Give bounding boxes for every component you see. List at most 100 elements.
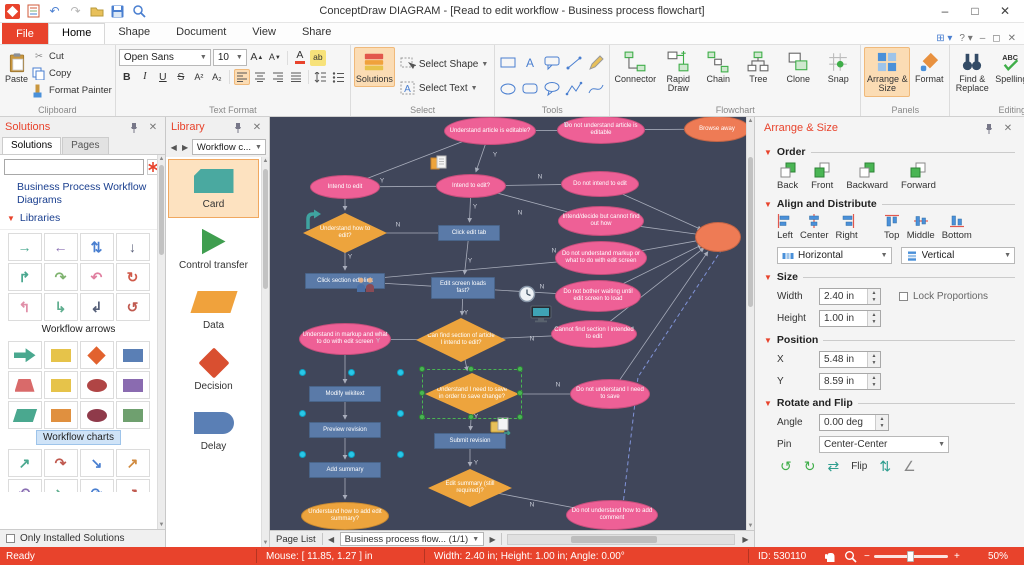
shape-tile[interactable]: ↷	[44, 263, 78, 291]
tab-share[interactable]: Share	[289, 23, 344, 44]
selection-handle[interactable]	[348, 369, 355, 376]
align-center-button[interactable]	[252, 69, 268, 85]
select-shape-button[interactable]: Select Shape▼	[397, 53, 491, 75]
order-forward-button[interactable]: Forward	[901, 162, 936, 191]
zoom-slider[interactable]	[874, 555, 948, 558]
shape-tile[interactable]	[80, 341, 114, 369]
maximize-button[interactable]: □	[960, 2, 990, 21]
flowchart-node[interactable]: Intend to edit?	[436, 174, 506, 198]
redo-icon[interactable]: ↷	[67, 3, 84, 20]
spelling-button[interactable]: ABC Spelling	[993, 47, 1024, 87]
align-left-button[interactable]: Left	[777, 214, 793, 241]
decrease-font-icon[interactable]: A▼	[267, 50, 283, 66]
flowchart-node[interactable]: Cannot find section I intended to edit	[551, 320, 637, 348]
bold-button[interactable]: B	[119, 69, 135, 85]
library-forward-icon[interactable]: ▶	[180, 143, 189, 152]
align-left-button[interactable]	[234, 69, 250, 85]
tab-solutions[interactable]: Solutions	[2, 137, 61, 154]
selection-handle[interactable]	[419, 366, 425, 372]
close-panel-icon[interactable]: ✕	[146, 120, 160, 134]
text-tool-icon[interactable]: A	[520, 51, 540, 75]
copy-button[interactable]: Copy	[32, 66, 112, 81]
line-tool-icon[interactable]	[564, 51, 584, 75]
solutions-scrollbar[interactable]: ▲▼	[157, 155, 165, 529]
tree-item-libraries[interactable]: ▼ Libraries	[5, 211, 152, 226]
align-center-button[interactable]: Center	[800, 214, 829, 241]
library-item-card[interactable]: Card	[168, 159, 259, 218]
ribbon-rapid-draw-button[interactable]: Rapid Draw	[659, 47, 697, 97]
rectangle-tool-icon[interactable]	[498, 51, 518, 75]
shape-tile[interactable]	[8, 401, 42, 429]
format-panel-button[interactable]: Format	[912, 47, 946, 87]
ribbon-restore-icon[interactable]: ◻	[992, 33, 1000, 44]
shape-selection-box[interactable]	[422, 369, 522, 419]
shape-tile[interactable]	[8, 371, 42, 399]
shape-tile[interactable]: →	[8, 233, 42, 261]
select-text-button[interactable]: A Select Text▼	[397, 77, 491, 99]
flowchart-node[interactable]: Add summary	[309, 462, 381, 478]
shape-tile[interactable]: ↷	[44, 449, 78, 477]
selection-handle[interactable]	[299, 369, 306, 376]
ribbon-tree-button[interactable]: Tree	[739, 47, 777, 87]
drawing-canvas[interactable]: Understand article is editable? Do not un…	[270, 117, 746, 530]
align-bottom-button[interactable]: Bottom	[942, 214, 972, 241]
align-right-button[interactable]	[270, 69, 286, 85]
ribbon-minimize-icon[interactable]: ‒	[980, 33, 986, 44]
library-item-decision[interactable]: Decision	[168, 341, 259, 400]
shape-tile[interactable]	[8, 341, 42, 369]
library-item-delay[interactable]: Delay	[168, 401, 259, 460]
oval-callout-tool-icon[interactable]	[542, 77, 562, 101]
x-input[interactable]: 5.48 in▲▼	[819, 351, 881, 368]
line-spacing-icon[interactable]	[313, 69, 329, 85]
library-group-label[interactable]: Workflow charts	[0, 431, 157, 446]
align-right-button[interactable]: Right	[836, 214, 858, 241]
rounded-rectangle-tool-icon[interactable]	[520, 77, 540, 101]
library-item-data[interactable]: Data	[168, 280, 259, 339]
subscript-button[interactable]: A₂	[209, 69, 225, 85]
selection-handle[interactable]	[419, 414, 425, 420]
format-painter-button[interactable]: Format Painter	[32, 83, 112, 98]
ribbon-snap-button[interactable]: Snap	[819, 47, 857, 87]
flowchart-node[interactable]: Do not bother waiting until edit screen …	[555, 280, 641, 312]
tab-file[interactable]: File	[2, 23, 48, 44]
undo-icon[interactable]: ↶	[46, 3, 63, 20]
zoom-in-button[interactable]: +	[954, 547, 960, 565]
pan-hand-icon[interactable]	[824, 547, 836, 565]
page-list-button[interactable]: Page List	[273, 534, 319, 545]
flowchart-node[interactable]	[695, 222, 741, 252]
shape-tile[interactable]: ⇅	[80, 233, 114, 261]
next-page-icon[interactable]: ▶	[487, 535, 498, 544]
shape-tile[interactable]: ↗	[116, 479, 150, 492]
tree-item-business-process[interactable]: Business Process Workflow Diagrams	[5, 180, 152, 211]
flowchart-node[interactable]: Do not understand how to add comment	[566, 500, 658, 530]
ellipse-tool-icon[interactable]	[498, 77, 518, 101]
cut-button[interactable]: ✂Cut	[32, 49, 112, 64]
shape-tile[interactable]	[44, 401, 78, 429]
flowchart-node[interactable]: Do not understand I need to save	[570, 379, 650, 409]
flowchart-node[interactable]: Understand article is editable?	[444, 117, 536, 145]
ribbon-chain-button[interactable]: Chain	[699, 47, 737, 87]
selection-handle[interactable]	[299, 410, 306, 417]
shape-tile[interactable]: ↳	[44, 293, 78, 321]
close-panel-icon[interactable]: ✕	[1001, 121, 1015, 135]
y-input[interactable]: 8.59 in▲▼	[819, 373, 881, 390]
shape-tile[interactable]	[44, 341, 78, 369]
increase-font-icon[interactable]: A▲	[249, 50, 265, 66]
flowchart-node[interactable]: Edit screen loads fast?	[431, 277, 495, 299]
pin-icon[interactable]	[231, 120, 245, 134]
selection-handle[interactable]	[397, 410, 404, 417]
flowchart-node[interactable]: Do not understand markup or what to do w…	[555, 241, 647, 275]
close-panel-icon[interactable]: ✕	[250, 120, 264, 134]
pencil-tool-icon[interactable]	[586, 51, 606, 75]
flowchart-node[interactable]: Browse away	[684, 117, 746, 142]
flowchart-node[interactable]: Intend to edit	[310, 175, 380, 199]
distribute-vertical-select[interactable]: Vertical▼	[901, 247, 1016, 264]
selection-handle[interactable]	[419, 390, 425, 396]
library-back-icon[interactable]: ◀	[169, 143, 178, 152]
selection-handle[interactable]	[397, 369, 404, 376]
zoom-tool-icon[interactable]	[844, 547, 857, 565]
scroll-right-icon[interactable]: ▶	[740, 535, 751, 544]
font-color-icon[interactable]: A	[292, 50, 308, 66]
polyline-tool-icon[interactable]	[564, 77, 584, 101]
strikethrough-button[interactable]: S	[173, 69, 189, 85]
